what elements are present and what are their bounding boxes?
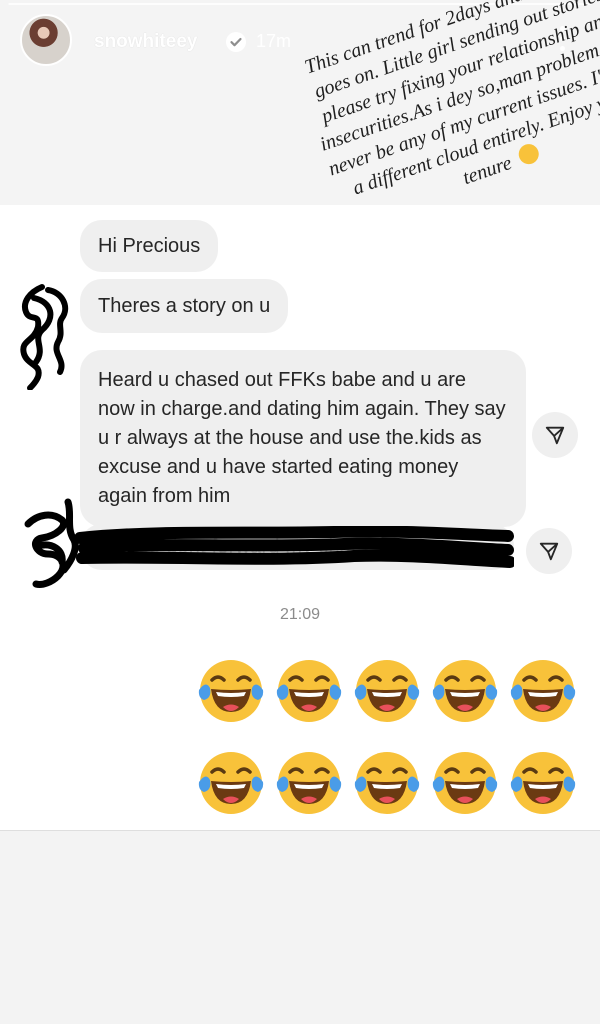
face-with-tears-of-joy-icon xyxy=(508,748,578,818)
face-with-tears-of-joy-icon xyxy=(352,748,422,818)
face-with-tears-of-joy-icon xyxy=(430,748,500,818)
emoji-reply-row xyxy=(196,748,596,818)
verified-badge-icon xyxy=(226,32,246,52)
message-bubble: Theres a story on u xyxy=(80,279,289,333)
face-with-tears-of-joy-icon xyxy=(196,748,266,818)
paper-plane-icon xyxy=(539,542,559,561)
face-with-tears-of-joy-icon xyxy=(274,656,344,726)
story-screen: snowhiteey 17m This can trend for 2days … xyxy=(0,0,600,1024)
face-with-tears-of-joy-icon xyxy=(508,656,578,726)
share-message-button[interactable] xyxy=(532,412,578,458)
share-message-button[interactable] xyxy=(526,528,572,574)
username[interactable]: snowhiteey xyxy=(94,31,197,53)
laughing-emoji-icon xyxy=(515,141,542,167)
scribble-redaction xyxy=(74,526,514,568)
post-time: 17m xyxy=(256,31,292,51)
message-bubble: Heard u chased out FFKs babe and u are n… xyxy=(80,350,526,527)
face-with-tears-of-joy-icon xyxy=(274,748,344,818)
emoji-reply-row xyxy=(196,656,596,726)
scribble-redaction xyxy=(20,284,69,390)
message-bubble: Hi Precious xyxy=(80,220,219,272)
avatar[interactable] xyxy=(20,14,72,66)
face-with-tears-of-joy-icon xyxy=(430,656,500,726)
message-timestamp: 21:09 xyxy=(279,606,321,623)
paper-plane-icon xyxy=(545,426,565,445)
face-with-tears-of-joy-icon xyxy=(352,656,422,726)
face-with-tears-of-joy-icon xyxy=(196,656,266,726)
story-bottom-area xyxy=(0,830,600,1024)
